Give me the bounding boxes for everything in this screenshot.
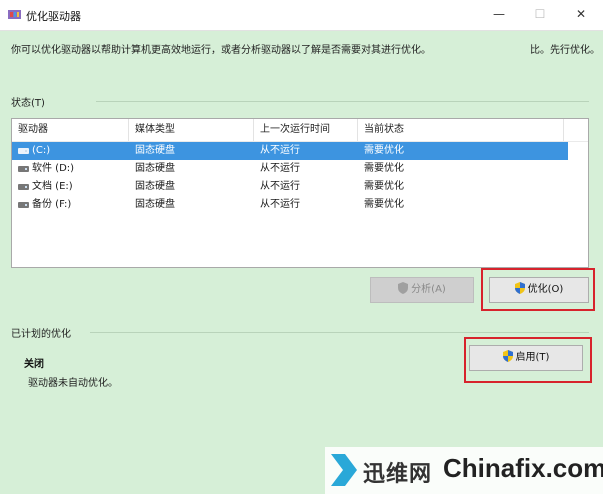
description-text: 你可以优化驱动器以帮助计算机更高效地运行，或者分析驱动器以了解是否需要对其进行优… bbox=[11, 45, 431, 56]
status-label: 状态(T) bbox=[11, 98, 45, 109]
status-divider bbox=[96, 101, 589, 102]
current-status: 需要优化 bbox=[364, 163, 404, 174]
last-run: 从不运行 bbox=[260, 199, 300, 210]
drive-name: 备份 (F:) bbox=[32, 199, 72, 210]
last-run: 从不运行 bbox=[260, 163, 300, 174]
minimize-button[interactable]: — bbox=[488, 4, 510, 24]
drive-row[interactable]: 备份 (F:) 固态硬盘 从不运行 需要优化 bbox=[12, 196, 568, 214]
media-type: 固态硬盘 bbox=[135, 181, 175, 192]
defrag-app-icon bbox=[8, 10, 21, 19]
title-bar: 优化驱动器 — ☐ ✕ bbox=[0, 0, 603, 31]
current-status: 需要优化 bbox=[364, 181, 404, 192]
watermark-cn-text: 迅维网 bbox=[363, 462, 433, 487]
maximize-button[interactable]: ☐ bbox=[529, 4, 551, 24]
drive-row[interactable]: (C:) 固态硬盘 从不运行 需要优化 bbox=[12, 142, 568, 160]
description-tail: 比。先行优化。 bbox=[530, 45, 600, 56]
column-header-media-type[interactable]: 媒体类型 bbox=[129, 119, 254, 141]
media-type: 固态硬盘 bbox=[135, 199, 175, 210]
uac-shield-icon bbox=[398, 282, 409, 294]
analyze-button[interactable]: 分析(A) bbox=[370, 277, 474, 303]
drive-icon bbox=[18, 202, 29, 208]
chinafix-logo-icon bbox=[331, 454, 357, 486]
drive-name: 文档 (E:) bbox=[32, 181, 73, 192]
drive-icon bbox=[18, 148, 29, 154]
optimize-highlight-box bbox=[481, 268, 595, 311]
drive-icon bbox=[18, 184, 29, 190]
window-title: 优化驱动器 bbox=[26, 10, 81, 23]
enable-highlight-box bbox=[464, 337, 592, 383]
last-run: 从不运行 bbox=[260, 145, 300, 156]
scheduled-divider bbox=[90, 332, 589, 333]
drive-list[interactable]: 驱动器 媒体类型 上一次运行时间 当前状态 (C:) 固态硬盘 从不运行 需要优… bbox=[11, 118, 589, 268]
schedule-detail: 驱动器未自动优化。 bbox=[28, 378, 118, 389]
watermark-en-text: Chinafix.com bbox=[443, 453, 603, 483]
media-type: 固态硬盘 bbox=[135, 145, 175, 156]
drive-name: (C:) bbox=[32, 145, 51, 156]
drive-icon bbox=[18, 166, 29, 172]
drive-row[interactable]: 文档 (E:) 固态硬盘 从不运行 需要优化 bbox=[12, 178, 568, 196]
drive-row[interactable]: 软件 (D:) 固态硬盘 从不运行 需要优化 bbox=[12, 160, 568, 178]
column-header-drive[interactable]: 驱动器 bbox=[12, 119, 129, 141]
current-status: 需要优化 bbox=[364, 199, 404, 210]
column-header-current-status[interactable]: 当前状态 bbox=[358, 119, 564, 141]
analyze-button-label: 分析(A) bbox=[411, 284, 446, 295]
scheduled-label: 已计划的优化 bbox=[11, 329, 71, 340]
last-run: 从不运行 bbox=[260, 181, 300, 192]
column-header-last-run[interactable]: 上一次运行时间 bbox=[254, 119, 358, 141]
close-button[interactable]: ✕ bbox=[570, 4, 592, 24]
current-status: 需要优化 bbox=[364, 145, 404, 156]
list-header: 驱动器 媒体类型 上一次运行时间 当前状态 bbox=[12, 119, 588, 142]
media-type: 固态硬盘 bbox=[135, 163, 175, 174]
drive-name: 软件 (D:) bbox=[32, 163, 75, 174]
schedule-state: 关闭 bbox=[24, 359, 44, 370]
watermark: 迅维网 Chinafix.com bbox=[325, 447, 603, 494]
